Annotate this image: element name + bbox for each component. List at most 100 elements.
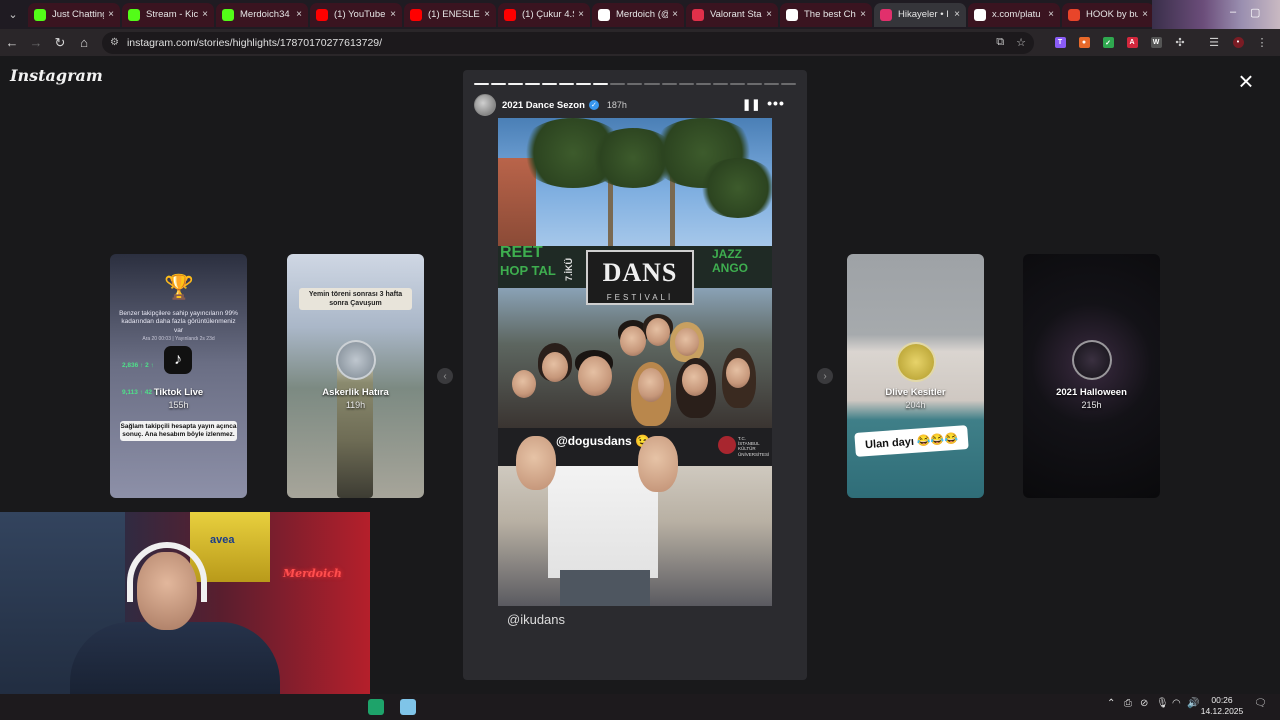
tab-close-icon[interactable]: × — [672, 9, 678, 20]
taskbar-clock[interactable]: 00:26 14.12.2025 — [1200, 695, 1244, 718]
extension-w-icon[interactable]: W — [1144, 31, 1168, 55]
kick-icon — [34, 8, 46, 21]
instagram-logo[interactable]: Instagram — [10, 66, 103, 85]
home-icon[interactable]: ⌂ — [72, 31, 96, 55]
taskbar-app-icon-2[interactable] — [400, 699, 416, 715]
back-arrow-icon[interactable]: ← — [0, 31, 24, 55]
story-account-name[interactable]: 2021 Dance Sezon — [502, 100, 585, 111]
university-text: T.C. İSTANBUL KÜLTÜR ÜNİVERSİTESİ — [738, 436, 770, 457]
tab-search-chevron-icon[interactable]: ⌄ — [0, 0, 26, 29]
x-icon — [974, 8, 986, 21]
browser-tab-label: Valorant Sta — [710, 9, 762, 20]
tray-wifi-icon[interactable]: ◠ — [1172, 698, 1181, 709]
story-age: 187h — [606, 100, 627, 110]
progress-segment — [542, 83, 558, 85]
address-bar[interactable]: ⚙ instagram.com/stories/highlights/17870… — [102, 31, 1034, 54]
card-avatar — [335, 340, 376, 380]
site-info-icon[interactable]: ⚙ — [110, 37, 119, 48]
browser-tab[interactable]: Hikayeler • I × — [874, 2, 966, 27]
story-avatar[interactable] — [474, 94, 496, 116]
tray-mic-icon[interactable]: 🎙 — [1156, 698, 1169, 709]
progress-segment — [593, 83, 609, 85]
extension-shield-icon[interactable]: ✓ — [1096, 31, 1120, 55]
highlight-card-halloween[interactable]: 2021 Halloween 215h — [1023, 254, 1160, 498]
browser-tab[interactable]: Merdoich34 × — [216, 2, 308, 27]
browser-tab[interactable]: Valorant Sta × — [686, 2, 778, 27]
progress-segment — [508, 83, 524, 85]
tiktok-icon — [598, 8, 610, 21]
browser-tab-label: (1) YouTube — [334, 9, 386, 20]
browser-tab[interactable]: (1) YouTube × — [310, 2, 402, 27]
progress-segment — [695, 83, 711, 85]
highlight-card-tiktok-live[interactable]: 🏆 Benzer takipçilere sahip yayıncıların … — [110, 254, 247, 498]
browser-tab[interactable]: (1) ENESLER × — [404, 2, 496, 27]
browser-tab[interactable]: x.com/platu × — [968, 2, 1060, 27]
tab-close-icon[interactable]: × — [578, 9, 584, 20]
browser-tab[interactable]: (1) Çukur 4.S × — [498, 2, 590, 27]
install-app-icon[interactable]: ⧉ — [996, 36, 1004, 49]
tab-close-icon[interactable]: × — [860, 9, 866, 20]
progress-segment — [763, 83, 779, 85]
browser-tab[interactable]: Just Chatting × — [28, 2, 120, 27]
card-text-sticker: Yemin töreni sonrası 3 hafta sonra Çavuş… — [299, 288, 412, 310]
reading-list-icon[interactable]: ☰ — [1202, 31, 1226, 55]
tab-close-icon[interactable]: × — [296, 9, 302, 20]
maximize-icon[interactable]: ▢ — [1250, 6, 1260, 19]
tray-device-icon[interactable]: ⎙ — [1124, 698, 1132, 709]
tab-close-icon[interactable]: × — [108, 9, 114, 20]
tab-close-icon[interactable]: × — [954, 9, 960, 20]
tab-close-icon[interactable]: × — [202, 9, 208, 20]
extension-fox-icon[interactable]: ● — [1072, 31, 1096, 55]
minimize-icon[interactable]: – — [1230, 6, 1236, 18]
progress-segment — [780, 83, 796, 85]
kick-icon — [128, 8, 140, 21]
tab-close-icon[interactable]: × — [484, 9, 490, 20]
next-story-arrow-icon[interactable]: › — [817, 368, 833, 384]
active-story[interactable]: 2021 Dance Sezon ✓ 187h ❚❚ ••• REET HOP … — [463, 70, 807, 680]
tab-close-icon[interactable]: × — [766, 9, 772, 20]
card-label: 2021 Halloween — [1056, 387, 1127, 398]
os-taskbar: ⌃ ⎙ ⊘ 🎙 ◠ 🔊 00:26 14.12.2025 🗨 — [0, 694, 1280, 720]
festival-sign-sub: FESTİVALİ — [606, 293, 674, 302]
taskbar-app-icon[interactable] — [368, 699, 384, 715]
story-caption[interactable]: @ikudans — [507, 612, 565, 627]
tab-close-icon[interactable]: × — [1142, 9, 1148, 20]
browser-tab[interactable]: HOOK by bu × — [1062, 2, 1154, 27]
highlight-card-askerlik[interactable]: Yemin töreni sonrası 3 hafta sonra Çavuş… — [287, 254, 424, 498]
browser-tab-label: The best Ch — [804, 9, 856, 20]
close-icon[interactable]: × — [1234, 68, 1258, 94]
notification-icon[interactable]: 🗨 — [1254, 698, 1267, 709]
browser-tab-label: Just Chatting — [52, 9, 105, 20]
tray-network-off-icon[interactable]: ⊘ — [1140, 698, 1148, 709]
url-text[interactable]: instagram.com/stories/highlights/1787017… — [127, 37, 984, 49]
tray-volume-icon[interactable]: 🔊 — [1187, 698, 1199, 709]
browser-tab-label: HOOK by bu — [1086, 9, 1139, 20]
browser-tab-label: Merdoich (@ — [616, 9, 669, 20]
progress-segment — [712, 83, 728, 85]
pause-icon[interactable]: ❚❚ — [742, 98, 760, 112]
extension-adblock-icon[interactable]: A — [1120, 31, 1144, 55]
extensions-puzzle-icon[interactable]: ✣ — [1168, 31, 1192, 55]
tray-chevron-icon[interactable]: ⌃ — [1107, 698, 1115, 709]
highlight-card-dlive[interactable]: Dlive Kesitler 204h Ulan dayı 😂😂😂 — [847, 254, 984, 498]
forward-arrow-icon[interactable]: → — [24, 31, 48, 55]
extension-twitch-icon[interactable]: T — [1048, 31, 1072, 55]
previous-story-arrow-icon[interactable]: ‹ — [437, 368, 453, 384]
browser-tab[interactable]: Stream - Kick × — [122, 2, 214, 27]
progress-segment — [474, 83, 490, 85]
profile-avatar-icon[interactable]: • — [1226, 31, 1250, 55]
browser-tab[interactable]: Merdoich (@ × — [592, 2, 684, 27]
tab-close-icon[interactable]: × — [390, 9, 396, 20]
browser-tab-label: Hikayeler • I — [898, 9, 949, 20]
card-stat-text: Benzer takipçilere sahip yayıncıların 99… — [119, 310, 238, 334]
bookmark-star-icon[interactable]: ☆ — [1016, 36, 1026, 49]
card-date-text: Ara 20 00:03 | Yayınlandı 2s 23d — [142, 336, 215, 342]
browser-menu-icon[interactable]: ⋮ — [1250, 31, 1274, 55]
tab-strip-theme-art — [1152, 0, 1280, 29]
progress-segment — [627, 83, 643, 85]
browser-tab[interactable]: The best Ch × — [780, 2, 872, 27]
more-options-icon[interactable]: ••• — [766, 95, 786, 113]
tab-close-icon[interactable]: × — [1048, 9, 1054, 20]
reload-icon[interactable]: ↻ — [48, 31, 72, 55]
story-photo: REET HOP TAL JAZZ ANGO DANS 7.İKÜ FESTİV… — [498, 118, 772, 606]
